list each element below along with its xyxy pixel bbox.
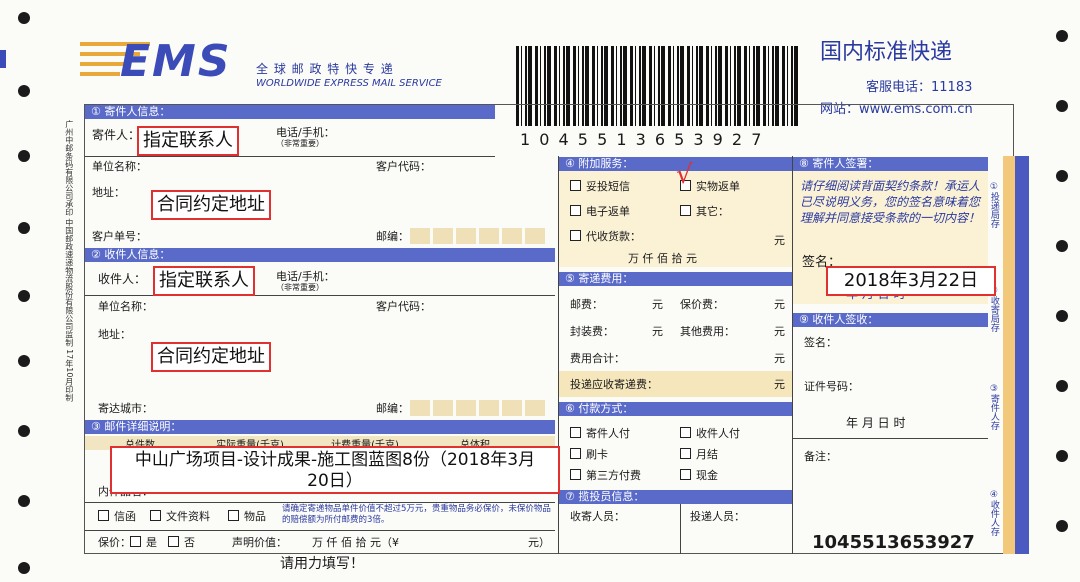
hotline: 客服电话：11183 xyxy=(866,80,973,95)
sender-header: ① 寄件人信息： xyxy=(85,105,495,119)
receiver-name-label: 收件人： xyxy=(98,272,147,286)
overlay-sign-date: 2018年3月22日 xyxy=(826,266,996,296)
courier-collector-label: 收寄人员： xyxy=(570,510,625,523)
pay-receiver: 收件人付 xyxy=(680,427,740,440)
overlay-contents: 中山广场项目-设计成果-施工图蓝图8份（2018年3月 20日） xyxy=(110,446,560,494)
cod-amount-units: 万 仟 佰 拾 元 xyxy=(628,252,697,265)
pay-sender: 寄件人付 xyxy=(570,427,630,440)
pay-monthly: 月结 xyxy=(680,448,718,461)
copy-label-1: ①投递局存 xyxy=(988,182,999,228)
contract-notice: 请仔细阅读背面契约条款！承运人已尽说明义务，您的签名意味着您理解并同意接受条款的… xyxy=(800,179,981,225)
fee-total-label: 费用合计： xyxy=(570,352,625,365)
overlay-sender-name: 指定联系人 xyxy=(137,126,239,156)
pay-cash: 现金 xyxy=(680,469,718,482)
fee-insurance-label: 保价费： xyxy=(680,298,724,311)
service-sms: 妥投短信 xyxy=(570,180,630,193)
pay-third-party: 第三方付费 xyxy=(570,469,641,482)
cn-slogan: 全 球 邮 政 特 快 专 递 xyxy=(256,62,394,76)
receiver-id-label: 证件号码： xyxy=(804,380,859,393)
ems-logo-text: EMS xyxy=(120,36,232,87)
mail-type-goods: 物品 xyxy=(228,510,266,523)
footer-notice: 请用力填写！ xyxy=(280,556,364,572)
fees-header: ⑤ 寄递费用： xyxy=(559,272,792,286)
receiver-phone-label: 电话/手机： xyxy=(276,270,335,283)
pay-card: 刷卡 xyxy=(570,448,608,461)
declared-value-label: 声明价值： xyxy=(232,536,287,549)
ems-logo: EMS xyxy=(80,36,240,88)
service-e-receipt: 电子返单 xyxy=(570,205,630,218)
mail-details-header: ③ 邮件详细说明： xyxy=(85,420,555,434)
insurance-yes: 是 xyxy=(130,536,157,549)
remark-label: 备注： xyxy=(804,450,837,463)
overlay-sender-address: 合同约定地址 xyxy=(151,190,271,220)
sender-signature-header: ⑧ 寄件人签署： xyxy=(793,157,988,171)
left-edge-mark xyxy=(0,50,6,68)
service-other: 其它： xyxy=(680,205,729,218)
receiver-header: ② 收件人信息： xyxy=(85,248,555,262)
courier-deliverer-label: 投递人员： xyxy=(690,510,745,523)
declared-value-units: 万 仟 佰 拾 元（¥ xyxy=(312,536,399,549)
courier-header: ⑦ 揽投员信息： xyxy=(559,490,792,504)
copy-label-4: ④收件人存 xyxy=(988,490,999,536)
insurance-label: 保价： xyxy=(98,536,131,549)
cod-unit: 元 xyxy=(774,234,785,247)
copy-strip-blue xyxy=(1015,156,1029,554)
copy-label-3: ③寄件人存 xyxy=(988,384,999,430)
service-cod: 代收货款： xyxy=(570,230,641,243)
checkmark: √ xyxy=(676,160,693,190)
declared-value-end: 元） xyxy=(528,536,550,549)
overlay-contents-line1: 中山广场项目-设计成果-施工图蓝图8份（2018年3月 xyxy=(134,450,536,470)
product-title: 国内标准快递 xyxy=(820,40,953,65)
insurance-no: 否 xyxy=(168,536,195,549)
receiver-sign-date-units: 年 月 日 时 xyxy=(846,416,906,430)
fee-total-unit: 元 xyxy=(774,352,785,365)
sender-company-label: 单位名称： xyxy=(92,160,147,173)
fee-other-label: 其他费用： xyxy=(680,325,735,338)
sender-postcode-label: 邮编： xyxy=(376,230,409,243)
receiver-postcode-label: 邮编： xyxy=(376,402,409,415)
sender-postcode-boxes xyxy=(410,228,548,244)
sender-customer-no-label: 客户单号： xyxy=(92,230,147,243)
insurance-notice: 请确定寄递物品单件价值不超过5万元，贵重物品务必保价，未保价物品的赔偿额为所付邮… xyxy=(282,504,551,525)
mail-type-letter: 信函 xyxy=(98,510,136,523)
fee-packing-unit: 元 xyxy=(652,325,663,338)
receiver-postcode-boxes xyxy=(410,400,548,416)
overlay-contents-line2: 20日） xyxy=(307,471,363,491)
fee-other-unit: 元 xyxy=(774,325,785,338)
receiver-signature-header: ⑨ 收件人签收： xyxy=(793,313,988,327)
en-slogan: WORLDWIDE EXPRESS MAIL SERVICE xyxy=(256,78,442,89)
left-side-print: 广州中邮条码有限公司承印 中国邮政速递物流股份有限公司监制 17年10月印制 xyxy=(64,120,74,402)
copy-strip-orange xyxy=(1003,156,1015,554)
overlay-receiver-address: 合同约定地址 xyxy=(151,342,271,372)
payment-header: ⑥ 付款方式： xyxy=(559,402,792,416)
ems-waybill: 广州中邮条码有限公司承印 中国邮政速递物流股份有限公司监制 17年10月印制 E… xyxy=(0,0,1080,582)
receiver-customer-code-label: 客户代码： xyxy=(376,300,431,313)
receiver-address-label: 地址： xyxy=(98,328,131,341)
fee-postage-unit: 元 xyxy=(652,298,663,311)
sender-phone-label: 电话/手机： xyxy=(276,126,335,139)
sender-name-label: 寄件人： xyxy=(92,128,141,142)
fee-due-label: 投递应收寄递费： xyxy=(570,378,658,391)
sender-phone-note: （非常重要） xyxy=(276,139,324,148)
overlay-receiver-name: 指定联系人 xyxy=(153,266,255,296)
receiver-phone-note: （非常重要） xyxy=(276,283,324,292)
fee-postage-label: 邮费： xyxy=(570,298,603,311)
fee-packing-label: 封装费： xyxy=(570,325,614,338)
sender-customer-code-label: 客户代码： xyxy=(376,160,431,173)
sender-address-label: 地址： xyxy=(92,186,125,199)
fee-due-unit: 元 xyxy=(774,378,785,391)
receiver-company-label: 单位名称： xyxy=(98,300,153,313)
receiver-sign-label: 签名： xyxy=(804,336,837,349)
fee-insurance-unit: 元 xyxy=(774,298,785,311)
mail-type-documents: 文件资料 xyxy=(150,510,210,523)
tracking-number: 1045513653927 xyxy=(812,532,975,553)
receiver-city-label: 寄达城市： xyxy=(98,402,153,415)
